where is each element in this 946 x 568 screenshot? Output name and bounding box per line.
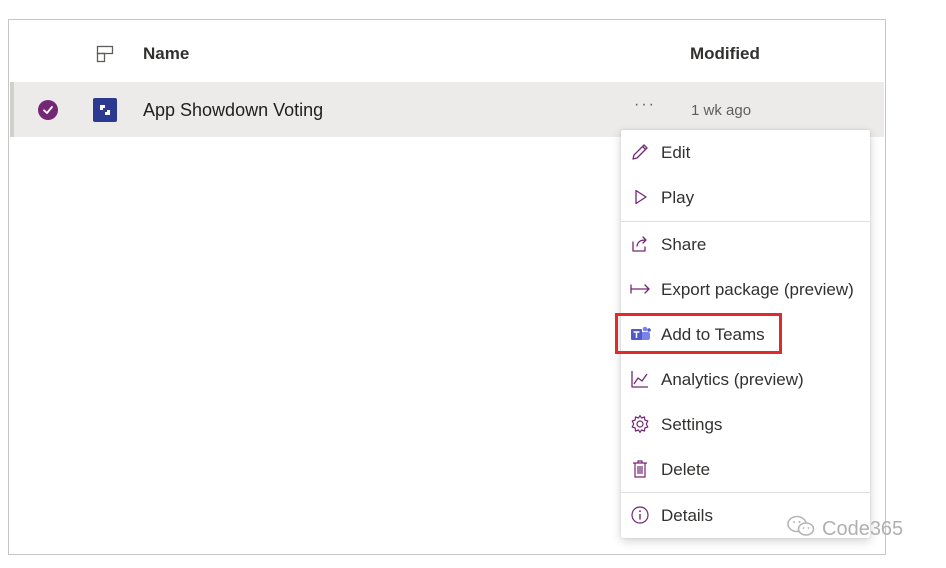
menu-item-label: Details [661,506,713,525]
modified-date: 1 wk ago [691,102,752,119]
watermark-text: Code365 [822,517,904,540]
menu-item-share[interactable]: Share [621,222,870,267]
list-header: Name Modified [8,36,884,76]
menu-item-label: Analytics (preview) [661,370,804,389]
menu-item-play[interactable]: Play [621,175,870,220]
column-header-modified[interactable]: Modified [690,44,760,64]
info-icon [630,505,650,525]
pencil-icon [630,142,650,162]
app-name[interactable]: App Showdown Voting [143,100,323,121]
table-row[interactable]: App Showdown Voting ··· 1 wk ago [10,82,884,137]
menu-item-analytics[interactable]: Analytics (preview) [621,357,870,402]
gear-icon [630,414,650,434]
menu-item-edit[interactable]: Edit [621,130,870,175]
menu-item-label: Settings [661,415,723,434]
menu-item-label: Delete [661,460,711,479]
menu-item-label: Play [661,188,695,207]
menu-item-delete[interactable]: Delete [621,447,870,492]
file-type-icon[interactable] [96,45,114,63]
column-header-name[interactable]: Name [143,44,189,64]
menu-item-label: Edit [661,143,691,162]
play-icon [630,187,650,207]
export-arrow-icon [630,279,650,299]
watermark: Code365 [786,514,904,544]
chart-line-icon [630,369,650,389]
menu-item-label: Export package (preview) [661,280,854,299]
checkmark-icon[interactable] [38,100,58,120]
menu-item-label: Share [661,235,707,254]
trash-icon [630,459,650,479]
menu-item-settings[interactable]: Settings [621,402,870,447]
wechat-icon [786,514,816,544]
highlight-box [615,313,782,354]
more-options-button[interactable]: ··· [634,96,656,114]
row-selection-bar [10,82,14,137]
menu-item-export-package[interactable]: Export package (preview) [621,267,870,312]
app-icon [93,98,117,122]
share-icon [630,234,650,254]
